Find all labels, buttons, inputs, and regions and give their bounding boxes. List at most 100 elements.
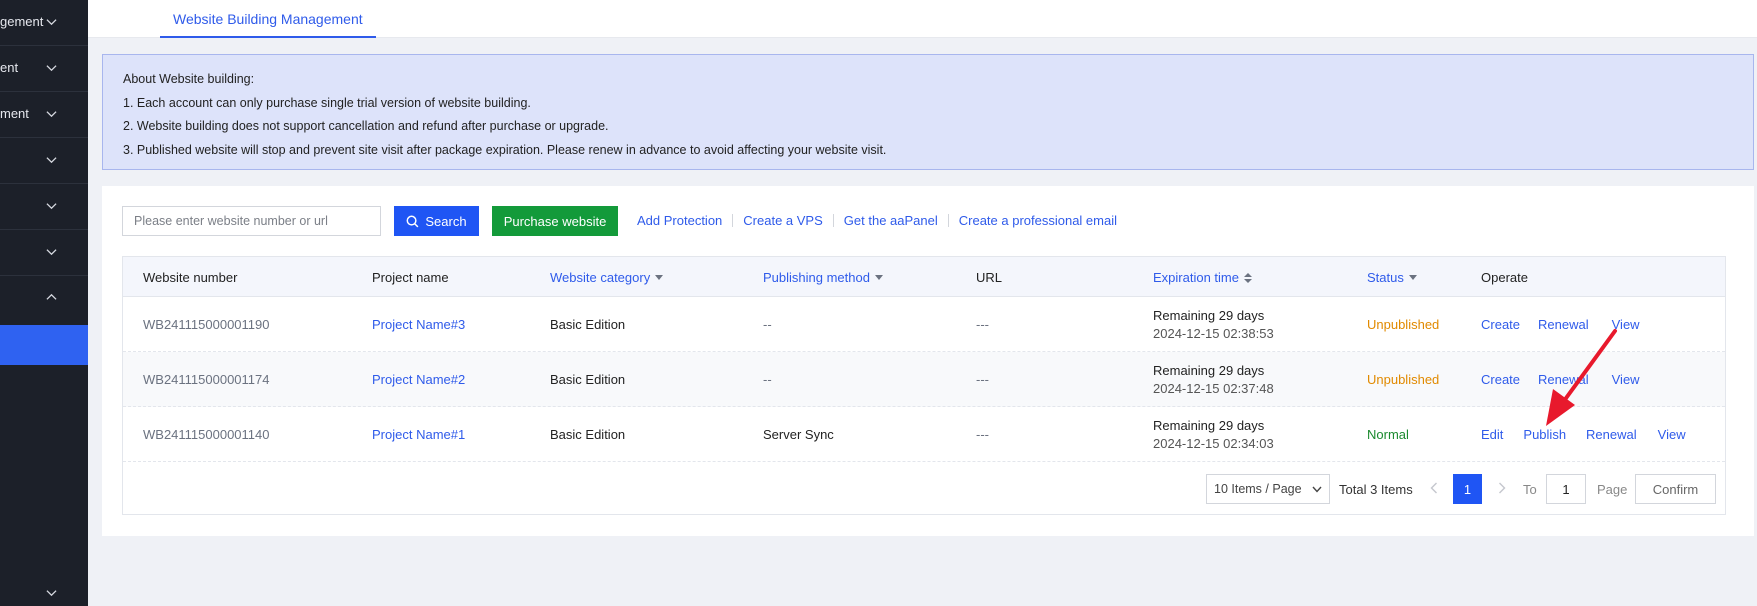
chevron-down-icon (46, 19, 57, 26)
search-button[interactable]: Search (394, 206, 479, 236)
notice-box: About Website building: 1. Each account … (102, 54, 1754, 170)
page-number-current[interactable]: 1 (1453, 474, 1482, 504)
sidebar-item-4[interactable] (0, 138, 88, 184)
create-vps-link[interactable]: Create a VPS (743, 213, 823, 228)
previous-page-icon[interactable] (1429, 481, 1439, 495)
sort-icon (1243, 272, 1252, 283)
expiration-date: 2024-12-15 02:34:03 (1153, 436, 1274, 451)
search-icon (406, 215, 419, 227)
add-protection-link[interactable]: Add Protection (637, 213, 722, 228)
purchase-website-button[interactable]: Purchase website (492, 206, 618, 236)
chevron-up-icon (46, 293, 57, 300)
publishing-method: Server Sync (763, 427, 834, 442)
notice-line: 1. Each account can only purchase single… (123, 95, 531, 110)
website-number: WB241115000001190 (143, 317, 270, 332)
view-link[interactable]: View (1658, 427, 1686, 442)
table-row: WB241115000001174 Project Name#2 Basic E… (123, 352, 1725, 407)
notice-line: 3. Published website will stop and preve… (123, 142, 887, 157)
sidebar-item-5[interactable] (0, 184, 88, 230)
website-category: Basic Edition (550, 427, 626, 442)
view-link[interactable]: View (1612, 317, 1640, 332)
toolbar-links: Add Protection Create a VPS Get the aaPa… (637, 213, 1117, 228)
sidebar-item-3[interactable]: ment (0, 92, 88, 138)
sidebar-item-8[interactable] (0, 571, 88, 606)
project-name-link[interactable]: Project Name#3 (372, 297, 465, 352)
website-number: WB241115000001174 (143, 372, 270, 387)
view-link[interactable]: View (1612, 372, 1640, 387)
website-url: --- (976, 427, 989, 442)
top-tab-bar: Website Building Management (88, 0, 1757, 38)
notice-title: About Website building: (123, 72, 255, 86)
expiration-date: 2024-12-15 02:38:53 (1153, 326, 1274, 341)
publish-link[interactable]: Publish (1523, 427, 1566, 442)
create-link[interactable]: Create (1481, 372, 1520, 387)
column-header-project-name: Project name (372, 270, 449, 285)
column-header-expiration-time[interactable]: Expiration time (1153, 270, 1252, 285)
status-badge: Normal (1367, 427, 1409, 442)
status-badge: Unpublished (1367, 317, 1440, 332)
get-aapanel-link[interactable]: Get the aaPanel (844, 213, 938, 228)
chevron-down-icon (46, 203, 57, 210)
search-input[interactable] (122, 206, 381, 236)
expiration-time: Remaining 29 days 2024-12-15 02:34:03 (1153, 407, 1274, 462)
chevron-down-icon (46, 249, 57, 256)
websites-table: Website number Project name Website cate… (122, 256, 1726, 515)
column-header-status[interactable]: Status (1367, 270, 1417, 285)
sidebar-item-7-expanded[interactable] (0, 276, 88, 322)
filter-caret-icon (655, 275, 664, 280)
sidebar-subitem-website-building[interactable] (0, 325, 88, 365)
website-number: WB241115000001140 (143, 427, 270, 442)
main-panel: Search Purchase website Add Protection C… (102, 186, 1754, 536)
renewal-link[interactable]: Renewal (1538, 372, 1589, 387)
confirm-button[interactable]: Confirm (1635, 474, 1716, 504)
publishing-method: -- (763, 317, 772, 332)
website-url: --- (976, 317, 989, 332)
project-name-link[interactable]: Project Name#2 (372, 352, 465, 407)
chevron-down-icon (46, 65, 57, 72)
remaining-days: Remaining 29 days (1153, 418, 1265, 433)
next-page-icon[interactable] (1497, 481, 1507, 495)
column-header-website-category[interactable]: Website category (550, 270, 664, 285)
renewal-link[interactable]: Renewal (1538, 317, 1589, 332)
project-name-link[interactable]: Project Name#1 (372, 407, 465, 462)
chevron-down-icon (1312, 486, 1322, 493)
expiration-time: Remaining 29 days 2024-12-15 02:37:48 (1153, 352, 1274, 407)
chevron-down-icon (46, 590, 57, 597)
website-category: Basic Edition (550, 372, 626, 387)
create-link[interactable]: Create (1481, 317, 1520, 332)
search-button-label: Search (425, 213, 467, 229)
column-header-website-number: Website number (143, 270, 238, 285)
filter-caret-icon (874, 275, 883, 280)
divider (947, 214, 949, 227)
sidebar-item-label: ment (0, 106, 29, 121)
sidebar-item-label: gement (0, 14, 44, 29)
pagination: 10 Items / Page Total 3 Items 1 To Page … (123, 462, 1725, 514)
create-email-link[interactable]: Create a professional email (959, 213, 1117, 228)
notice-line: 2. Website building does not support can… (123, 119, 609, 133)
sidebar-item-1[interactable]: gement (0, 0, 88, 46)
column-header-publishing-method[interactable]: Publishing method (763, 270, 883, 285)
total-items: Total 3 Items (1339, 482, 1413, 497)
page-size-value: 10 Items / Page (1214, 482, 1302, 496)
chevron-down-icon (46, 157, 57, 164)
toolbar: Search Purchase website Add Protection C… (122, 206, 1722, 236)
sidebar-item-6[interactable] (0, 230, 88, 276)
page-label: Page (1597, 482, 1628, 497)
column-header-operate: Operate (1481, 270, 1528, 285)
page-size-select[interactable]: 10 Items / Page (1206, 474, 1330, 504)
status-badge: Unpublished (1367, 372, 1440, 387)
expiration-time: Remaining 29 days 2024-12-15 02:38:53 (1153, 297, 1274, 352)
goto-label: To (1523, 482, 1537, 497)
edit-link[interactable]: Edit (1481, 427, 1503, 442)
renewal-link[interactable]: Renewal (1586, 427, 1637, 442)
row-operations: Edit Publish Renewal View (1481, 407, 1686, 462)
table-row: WB241115000001140 Project Name#1 Basic E… (123, 407, 1725, 462)
sidebar-item-label: ent (0, 60, 19, 75)
tab-website-building-management[interactable]: Website Building Management (160, 0, 376, 38)
remaining-days: Remaining 29 days (1153, 308, 1265, 323)
chevron-down-icon (46, 111, 57, 118)
filter-caret-icon (1408, 275, 1417, 280)
goto-page-input[interactable] (1546, 474, 1586, 504)
table-row: WB241115000001190 Project Name#3 Basic E… (123, 297, 1725, 352)
sidebar-item-2[interactable]: ent (0, 46, 88, 92)
